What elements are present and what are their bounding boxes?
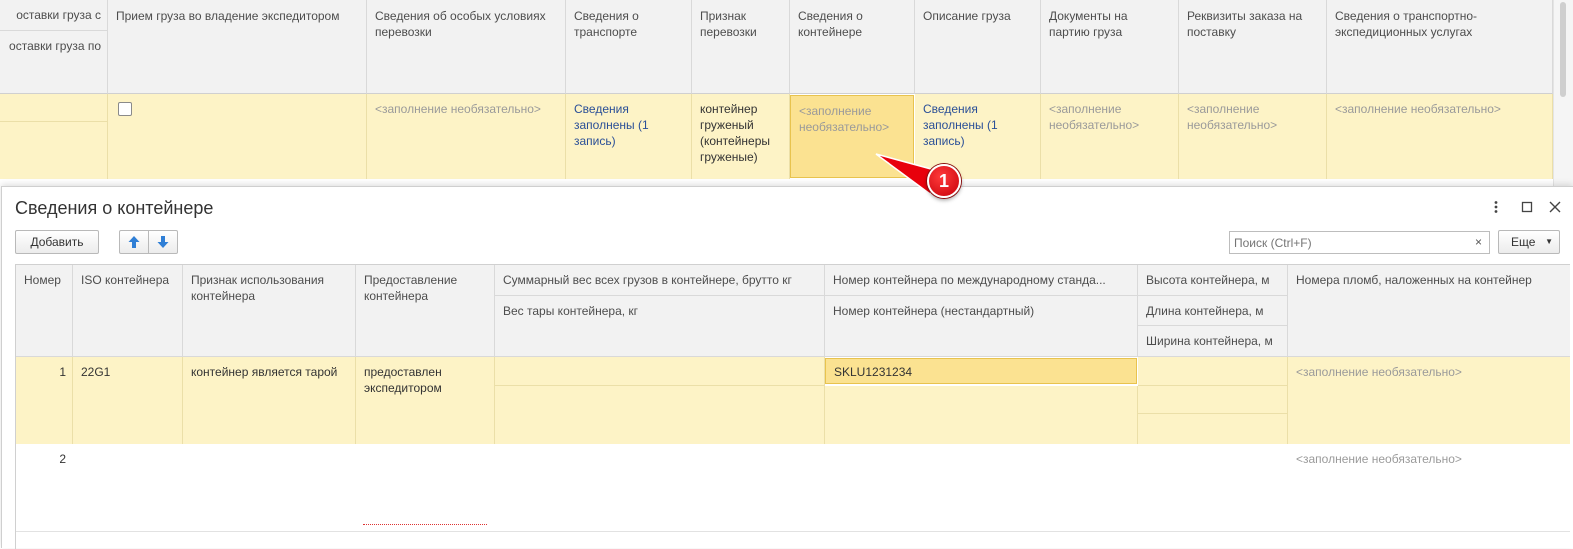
width-cell[interactable] [1138, 414, 1288, 444]
required-field-underline [363, 524, 487, 525]
col-provision[interactable]: Предоставление контейнера [356, 265, 495, 357]
arrow-down-icon [157, 236, 169, 248]
col-nonstd-number[interactable]: Номер контейнера (нестандартный) [825, 296, 1138, 357]
col-length[interactable]: Длина контейнера, м [1138, 296, 1288, 326]
header-cargo-documents[interactable]: Документы на партию груза [1041, 0, 1179, 94]
col-width[interactable]: Ширина контейнера, м [1138, 326, 1288, 357]
col-intl-number[interactable]: Номер контейнера по международному станд… [825, 265, 1138, 296]
intl-number-cell[interactable]: SKLU1231234 [825, 358, 1137, 384]
header-container-info[interactable]: Сведения о контейнере [790, 0, 915, 94]
header-order-details[interactable]: Реквизиты заказа на поставку [1179, 0, 1327, 94]
col-number[interactable]: Номер [16, 265, 73, 357]
col-iso[interactable]: ISO контейнера [73, 265, 183, 357]
col-usage[interactable]: Признак использования контейнера [183, 265, 356, 357]
row-divider [16, 531, 1570, 532]
move-up-button[interactable] [119, 230, 149, 254]
cell-order-details[interactable]: <заполнение необязательно> [1179, 94, 1327, 179]
provision-cell[interactable]: предоставлен экспедитором [356, 357, 495, 444]
add-button[interactable]: Добавить [15, 230, 99, 254]
header-delivery-to[interactable]: оставки груза по [0, 31, 108, 94]
header-services-info[interactable]: Сведения о транспортно-экспедиционных ус… [1327, 0, 1553, 94]
search-input[interactable] [1229, 231, 1469, 254]
cell-divider [0, 121, 107, 122]
acceptance-checkbox[interactable] [118, 102, 132, 116]
seals-cell[interactable]: <заполнение необязательно> [1288, 357, 1570, 444]
header-cargo-acceptance[interactable]: Прием груза во владение экспедитором [108, 0, 367, 94]
header-special-conditions[interactable]: Сведения об особых условиях перевозки [367, 0, 566, 94]
container-info-dialog: Сведения о контейнере Добавить × Еще ▼ Н… [1, 186, 1573, 549]
seals-cell[interactable]: <заполнение необязательно> [1288, 444, 1570, 531]
more-button[interactable]: Еще ▼ [1498, 230, 1560, 254]
background-table: оставки груза с оставки груза по Прием г… [0, 0, 1573, 186]
cell-carriage-sign[interactable]: контейнер груженый (контейнеры груженые) [692, 94, 790, 179]
cell-cargo-acceptance[interactable] [108, 94, 367, 179]
col-tare-weight[interactable]: Вес тары контейнера, кг [495, 296, 825, 357]
close-icon[interactable] [1547, 199, 1563, 215]
maximize-icon[interactable] [1519, 199, 1535, 215]
row-number[interactable]: 1 [16, 357, 73, 444]
row-number[interactable]: 2 [16, 444, 73, 531]
iso-cell[interactable]: 22G1 [73, 357, 183, 444]
cell-delivery-dates[interactable] [0, 94, 108, 179]
dialog-title: Сведения о контейнере [15, 198, 214, 218]
cell-transport-info-link[interactable]: Сведения заполнены (1 запись) [566, 94, 692, 179]
arrow-up-icon [128, 236, 140, 248]
vertical-scrollbar[interactable] [1553, 0, 1573, 186]
move-down-button[interactable] [148, 230, 178, 254]
empty-cells[interactable] [73, 444, 1288, 531]
cell-special-conditions[interactable]: <заполнение необязательно> [367, 94, 566, 179]
col-seals[interactable]: Номера пломб, наложенных на контейнер [1288, 265, 1570, 357]
height-cell[interactable] [1138, 357, 1288, 386]
col-height[interactable]: Высота контейнера, м [1138, 265, 1288, 296]
callout-number-badge: 1 [927, 164, 961, 198]
cell-cargo-documents[interactable]: <заполнение необязательно> [1041, 94, 1179, 179]
usage-cell[interactable]: контейнер является тарой [183, 357, 356, 444]
search-clear-button[interactable]: × [1468, 231, 1490, 254]
header-transport-info[interactable]: Сведения о транспорте [566, 0, 692, 94]
gross-weight-cell[interactable] [495, 357, 825, 386]
tare-weight-cell[interactable] [495, 386, 825, 444]
length-cell[interactable] [1138, 386, 1288, 414]
containers-table: Номер ISO контейнера Признак использован… [15, 264, 1570, 549]
more-options-icon[interactable] [1488, 199, 1504, 215]
nonstd-number-cell[interactable] [825, 386, 1138, 444]
cell-services-info[interactable]: <заполнение необязательно> [1327, 94, 1553, 179]
col-gross-weight[interactable]: Суммарный вес всех грузов в контейнере, … [495, 265, 825, 296]
more-label: Еще [1511, 235, 1536, 249]
header-carriage-sign[interactable]: Признак перевозки [692, 0, 790, 94]
header-cargo-description[interactable]: Описание груза [915, 0, 1041, 94]
header-delivery-from[interactable]: оставки груза с [0, 0, 108, 31]
scrollbar-thumb[interactable] [1560, 2, 1566, 97]
dropdown-caret-icon: ▼ [1545, 237, 1553, 246]
